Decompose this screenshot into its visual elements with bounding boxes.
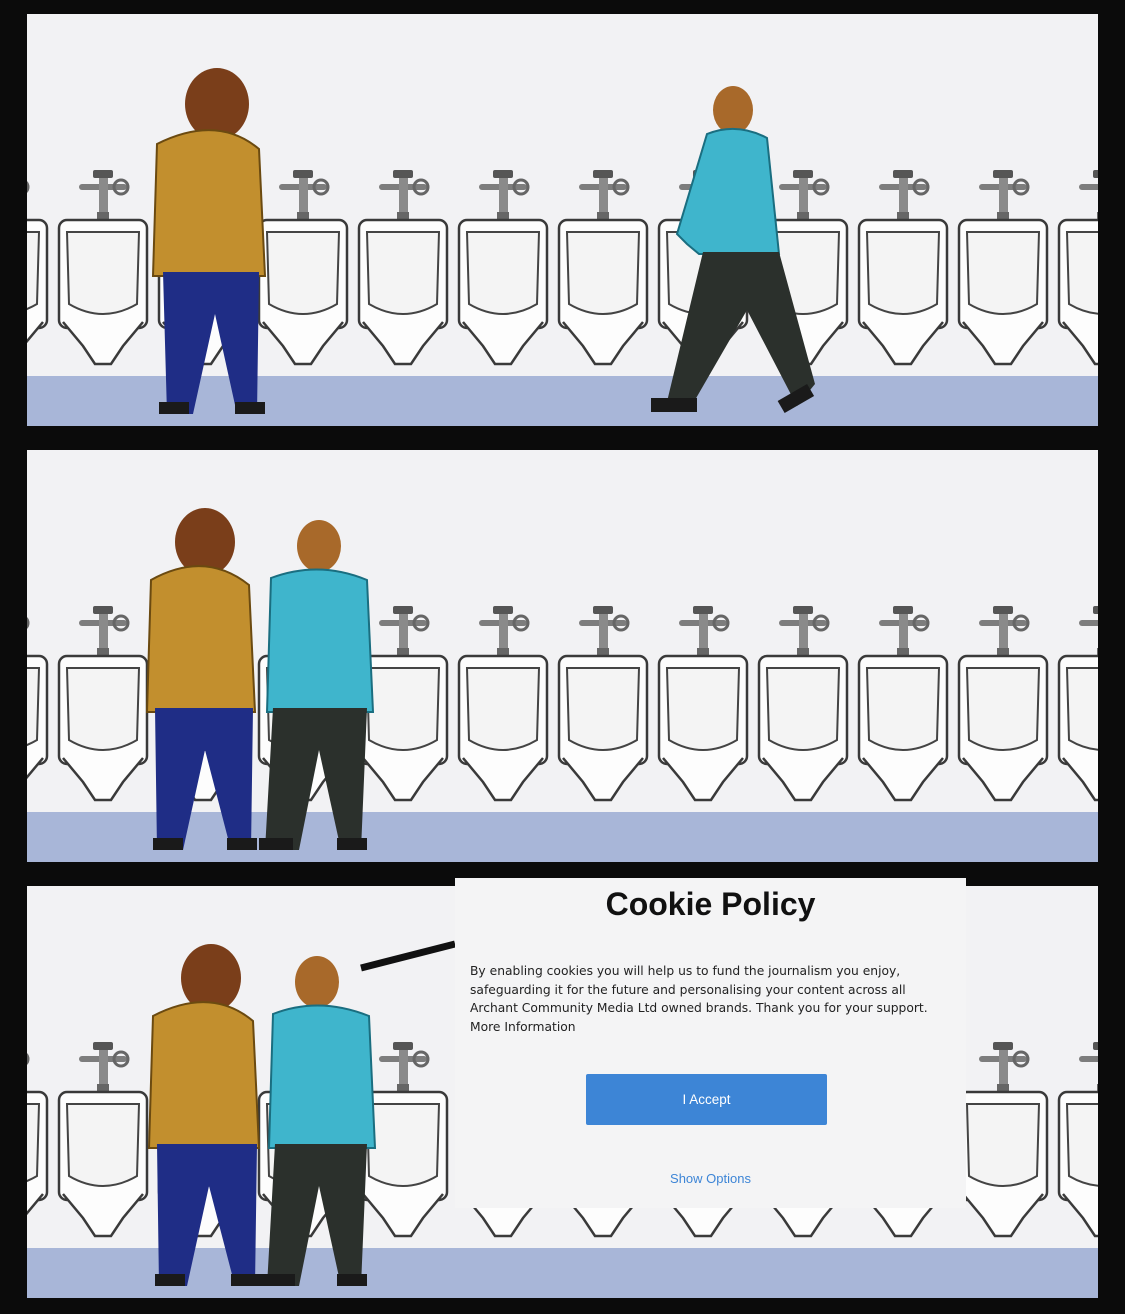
- comic-panel-1: [27, 14, 1098, 426]
- cookie-message-line: Archant Community Media Ltd owned brands…: [470, 1001, 928, 1016]
- more-information-link[interactable]: More Information: [470, 1018, 940, 1037]
- cookie-dialog: Cookie Policy By enabling cookies you wi…: [455, 878, 966, 1208]
- cookie-message: By enabling cookies you will help us to …: [470, 962, 940, 1036]
- cookie-message-line: safeguarding it for the future and perso…: [470, 982, 906, 997]
- accept-button[interactable]: I Accept: [586, 1074, 827, 1125]
- cookie-message-line: By enabling cookies you will help us to …: [470, 964, 901, 978]
- comic-panel-2: [27, 450, 1098, 862]
- cookie-title: Cookie Policy: [605, 886, 816, 922]
- show-options-link[interactable]: Show Options: [455, 1171, 966, 1186]
